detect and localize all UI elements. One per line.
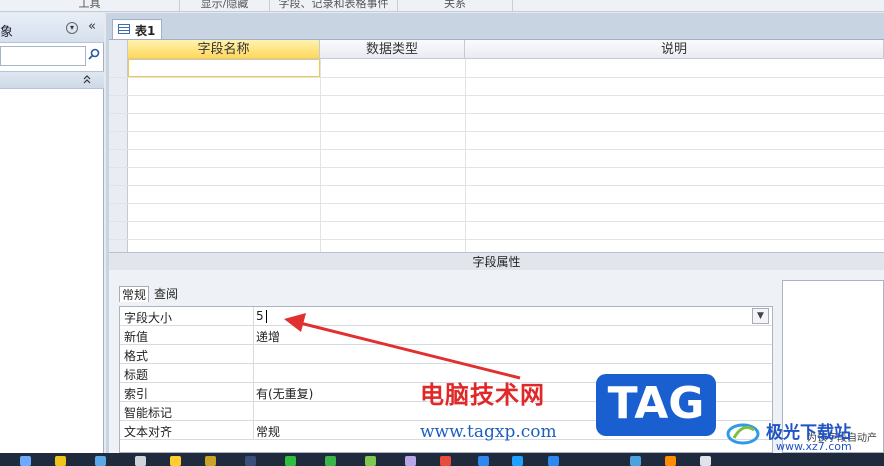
watermark-tag-text: TAG xyxy=(607,378,705,429)
watermark-site-url: www.xz7.com xyxy=(776,440,852,453)
watermark-url: www.tagxp.com xyxy=(420,422,557,442)
watermark-title: 电脑技术网 xyxy=(420,381,545,409)
watermark-tag-logo: TAG xyxy=(596,374,716,436)
site-logo-icon xyxy=(726,423,760,445)
